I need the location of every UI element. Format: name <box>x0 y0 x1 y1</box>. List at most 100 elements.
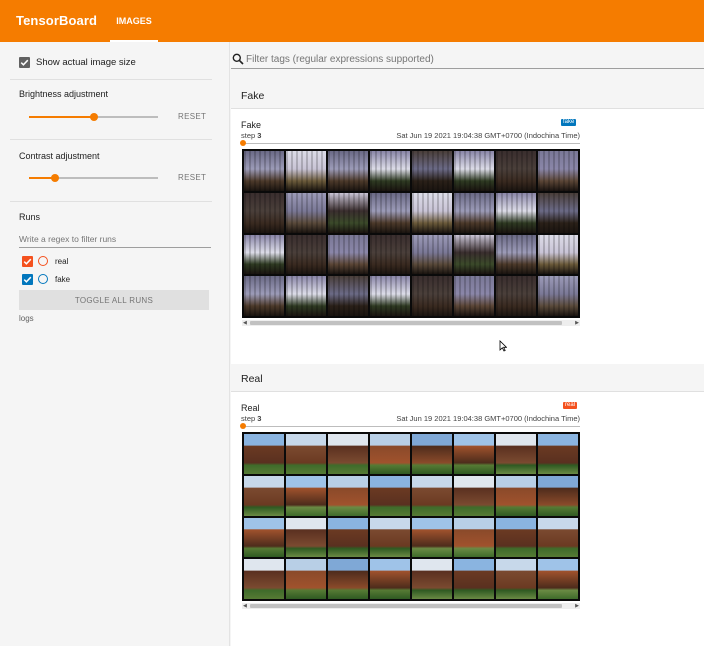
image-thumbnail[interactable] <box>328 559 368 599</box>
run-regex-input[interactable]: Write a regex to filter runs <box>19 232 211 248</box>
scrollbar-thumb[interactable] <box>250 604 562 608</box>
image-thumbnail[interactable] <box>370 151 410 191</box>
check-icon <box>20 59 29 66</box>
image-thumbnail[interactable] <box>454 517 494 558</box>
image-thumbnail[interactable] <box>454 192 494 233</box>
image-thumbnail[interactable] <box>454 234 494 275</box>
image-thumbnail[interactable] <box>286 192 326 233</box>
image-thumbnail[interactable] <box>454 276 494 316</box>
tag-filter-input[interactable]: Filter tags (regular expressions support… <box>231 51 704 69</box>
image-thumbnail[interactable] <box>328 192 368 233</box>
run-color-swatch-real[interactable] <box>38 256 48 266</box>
image-thumbnail[interactable] <box>496 151 536 191</box>
timestamp: Sat Jun 19 2021 19:04:38 GMT+0700 (Indoc… <box>396 131 580 140</box>
brightness-reset-button[interactable]: RESET <box>178 112 206 121</box>
image-thumbnail[interactable] <box>328 475 368 516</box>
image-thumbnail[interactable] <box>328 517 368 558</box>
run-checkbox-real[interactable] <box>22 256 33 267</box>
contrast-slider-thumb[interactable] <box>51 174 59 182</box>
image-thumbnail[interactable] <box>370 517 410 558</box>
brightness-label: Brightness adjustment <box>19 89 109 99</box>
step-slider-thumb[interactable] <box>240 423 246 429</box>
logdir-label: logs <box>19 314 34 323</box>
image-thumbnail[interactable] <box>454 434 494 474</box>
toggle-all-runs-button[interactable]: TOGGLE ALL RUNS <box>19 290 209 310</box>
scrollbar-thumb[interactable] <box>250 321 562 325</box>
image-thumbnail[interactable] <box>454 559 494 599</box>
image-thumbnail[interactable] <box>538 434 578 474</box>
image-thumbnail[interactable] <box>412 434 452 474</box>
horizontal-scrollbar[interactable]: ◀ ▶ <box>242 603 580 609</box>
scroll-left-icon[interactable]: ◀ <box>243 320 247 326</box>
image-thumbnail[interactable] <box>370 276 410 316</box>
image-thumbnail[interactable] <box>412 151 452 191</box>
image-thumbnail[interactable] <box>286 559 326 599</box>
tab-images-label: IMAGES <box>116 16 152 26</box>
image-thumbnail[interactable] <box>538 559 578 599</box>
image-thumbnail[interactable] <box>370 434 410 474</box>
image-thumbnail[interactable] <box>286 517 326 558</box>
brightness-slider-thumb[interactable] <box>90 113 98 121</box>
image-thumbnail[interactable] <box>496 192 536 233</box>
image-thumbnail[interactable] <box>496 559 536 599</box>
image-thumbnail[interactable] <box>286 434 326 474</box>
image-thumbnail[interactable] <box>412 276 452 316</box>
image-thumbnail[interactable] <box>412 559 452 599</box>
step-slider-thumb[interactable] <box>240 140 246 146</box>
image-thumbnail[interactable] <box>496 517 536 558</box>
tab-images[interactable]: IMAGES <box>110 0 158 42</box>
image-thumbnail[interactable] <box>328 276 368 316</box>
image-thumbnail[interactable] <box>538 234 578 275</box>
image-thumbnail[interactable] <box>328 151 368 191</box>
step-slider[interactable] <box>242 426 580 427</box>
image-thumbnail[interactable] <box>286 475 326 516</box>
step-slider[interactable] <box>242 143 580 144</box>
image-thumbnail[interactable] <box>370 234 410 275</box>
image-thumbnail[interactable] <box>244 276 284 316</box>
image-thumbnail[interactable] <box>244 517 284 558</box>
image-thumbnail[interactable] <box>412 517 452 558</box>
image-thumbnail[interactable] <box>412 192 452 233</box>
image-thumbnail[interactable] <box>496 276 536 316</box>
image-thumbnail[interactable] <box>244 234 284 275</box>
image-thumbnail[interactable] <box>412 234 452 275</box>
image-thumbnail[interactable] <box>370 192 410 233</box>
image-thumbnail[interactable] <box>538 192 578 233</box>
image-thumbnail[interactable] <box>496 234 536 275</box>
app-title: TensorBoard <box>16 13 98 28</box>
image-thumbnail[interactable] <box>244 434 284 474</box>
scroll-right-icon[interactable]: ▶ <box>575 320 579 326</box>
image-thumbnail[interactable] <box>244 559 284 599</box>
horizontal-scrollbar[interactable]: ◀ ▶ <box>242 320 580 326</box>
mouse-cursor-icon <box>499 340 507 352</box>
run-color-swatch-fake[interactable] <box>38 274 48 284</box>
image-thumbnail[interactable] <box>454 151 494 191</box>
image-thumbnail[interactable] <box>454 475 494 516</box>
image-thumbnail[interactable] <box>244 475 284 516</box>
image-thumbnail[interactable] <box>370 559 410 599</box>
show-actual-size-checkbox[interactable] <box>19 57 30 68</box>
image-thumbnail[interactable] <box>412 475 452 516</box>
section-header-real[interactable]: Real <box>231 365 704 392</box>
scroll-left-icon[interactable]: ◀ <box>243 603 247 609</box>
image-thumbnail[interactable] <box>286 151 326 191</box>
image-thumbnail[interactable] <box>538 475 578 516</box>
image-thumbnail[interactable] <box>370 475 410 516</box>
image-thumbnail[interactable] <box>244 151 284 191</box>
scroll-right-icon[interactable]: ▶ <box>575 603 579 609</box>
section-header-fake[interactable]: Fake <box>231 82 704 109</box>
timestamp: Sat Jun 19 2021 19:04:38 GMT+0700 (Indoc… <box>396 414 580 423</box>
contrast-reset-button[interactable]: RESET <box>178 173 206 182</box>
image-thumbnail[interactable] <box>328 234 368 275</box>
image-thumbnail[interactable] <box>538 517 578 558</box>
image-thumbnail[interactable] <box>496 475 536 516</box>
run-checkbox-fake[interactable] <box>22 274 33 285</box>
image-thumbnail[interactable] <box>328 434 368 474</box>
image-thumbnail[interactable] <box>538 276 578 316</box>
image-thumbnail[interactable] <box>286 234 326 275</box>
image-thumbnail[interactable] <box>538 151 578 191</box>
image-thumbnail[interactable] <box>244 192 284 233</box>
image-thumbnail[interactable] <box>286 276 326 316</box>
divider <box>10 79 212 80</box>
image-thumbnail[interactable] <box>496 434 536 474</box>
